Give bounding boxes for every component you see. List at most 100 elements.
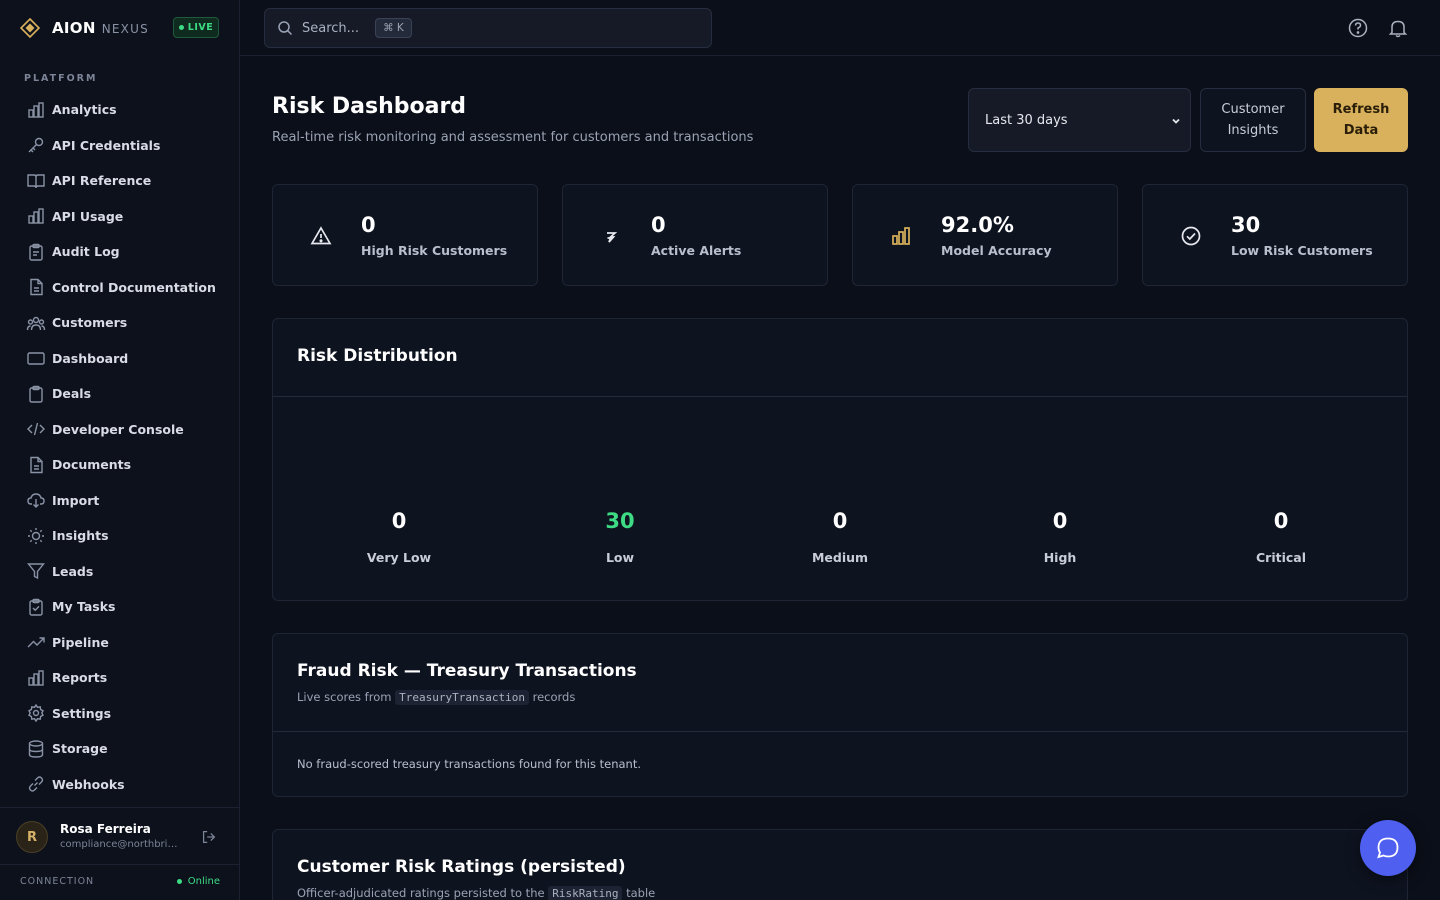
cloud-download-icon [27,493,45,509]
sidebar-item-label: Customers [52,315,128,331]
fraud-risk-panel: Fraud Risk — Treasury Transactions Live … [272,633,1408,797]
sidebar-item-import[interactable]: Import [0,483,239,519]
risk-bucket-value: 0 [1273,509,1289,533]
empty-state-message: No fraud-scored treasury transactions fo… [297,757,641,771]
brand-sub: NEXUS [101,22,149,36]
panel-subtitle-suffix: table [626,886,656,900]
sidebar-item-api-credentials[interactable]: API Credentials [0,128,239,164]
avatar[interactable]: R [16,821,48,853]
main-content: Risk Dashboard Real-time risk monitoring… [272,56,1408,900]
help-icon[interactable] [1347,17,1369,39]
sidebar-item-label: Insights [52,528,109,544]
panel-subtitle: Officer-adjudicated ratings persisted to… [297,886,655,900]
customer-insights-button[interactable]: Customer Insights [1200,88,1306,152]
risk-bucket-very-low: 0 Very Low [289,509,509,565]
page-subtitle: Real-time risk monitoring and assessment… [272,130,754,145]
sidebar-item-label: Documents [52,457,132,473]
live-badge: LIVE [173,17,219,38]
sidebar-item-settings[interactable]: Settings [0,696,239,732]
risk-bucket-label: Low [605,550,635,565]
sidebar-item-label: API Usage [52,208,124,224]
sidebar-item-audit-log[interactable]: Audit Log [0,234,239,270]
stat-label: Model Accuracy [941,243,1052,258]
risk-distribution-panel: Risk Distribution 0 Very Low 30 Low 0 Me… [272,318,1408,601]
sidebar-item-control-documentation[interactable]: Control Documentation [0,270,239,306]
search-input[interactable]: Search... ⌘ K [264,8,712,48]
table-name-code: TreasuryTransaction [395,690,529,705]
risk-bucket-low: 30 Low [510,509,730,565]
user-profile: R Rosa Ferreira compliance@northbridg... [0,807,239,865]
sidebar-item-pipeline[interactable]: Pipeline [0,625,239,661]
stat-value: 30 [1231,213,1261,237]
connection-label: CONNECTION [20,876,95,887]
warning-icon [310,226,332,245]
sidebar-item-label: Analytics [52,102,117,118]
customer-insights-label-line2: Insights [1227,123,1279,138]
sidebar-item-label: Leads [52,563,94,579]
date-range-select[interactable]: Last 30 days [968,88,1191,152]
stat-label: Low Risk Customers [1231,243,1373,258]
sidebar-item-api-usage[interactable]: API Usage [0,199,239,235]
panel-title: Risk Distribution [297,346,458,366]
topbar: Search... ⌘ K [240,0,1440,56]
live-dot-icon [178,25,184,30]
sidebar-item-insights[interactable]: Insights [0,518,239,554]
online-dot-icon [176,879,182,884]
sidebar-item-reports[interactable]: Reports [0,660,239,696]
search-placeholder: Search... [302,20,360,36]
risk-bucket-value: 0 [1052,509,1068,533]
stat-card-low-risk: 30 Low Risk Customers [1142,184,1408,286]
sidebar-item-label: Audit Log [52,244,120,260]
sidebar-item-label: Webhooks [52,776,125,792]
sidebar-item-label: API Reference [52,173,152,189]
sidebar-item-label: Reports [52,670,108,686]
chevron-down-icon [1172,118,1180,124]
sidebar-item-my-tasks[interactable]: My Tasks [0,589,239,625]
customer-risk-ratings-panel: Customer Risk Ratings (persisted) Office… [272,829,1408,900]
user-name: Rosa Ferreira [60,822,151,836]
sidebar-item-label: Storage [52,741,108,757]
search-shortcut: ⌘ K [375,18,412,38]
book-icon [27,174,45,188]
bell-icon[interactable] [1387,17,1409,39]
stat-card-model-accuracy: 92.0% Model Accuracy [852,184,1118,286]
brand-name: AION [52,19,96,37]
table-name-code: RiskRating [548,886,623,900]
bar-chart-icon [28,102,44,118]
sidebar-item-analytics[interactable]: Analytics [0,92,239,128]
customer-insights-label: Customer Insights [1221,99,1284,141]
chat-button[interactable] [1360,820,1416,876]
lightbulb-icon [28,527,44,544]
date-range-value: Last 30 days [985,112,1068,128]
sidebar-item-deals[interactable]: Deals [0,376,239,412]
refresh-data-button[interactable]: Refresh Data [1314,88,1408,152]
risk-bucket-medium: 0 Medium [730,509,950,565]
risk-bucket-critical: 0 Critical [1171,509,1391,565]
panel-subtitle: Live scores from TreasuryTransaction rec… [297,690,576,705]
search-icon [278,21,293,36]
sidebar-item-developer-console[interactable]: Developer Console [0,412,239,448]
panel-subtitle-suffix: records [532,690,576,704]
stat-value: 92.0% [941,213,1014,237]
sidebar-item-documents[interactable]: Documents [0,447,239,483]
sidebar-item-leads[interactable]: Leads [0,554,239,590]
sidebar-item-label: Import [52,492,100,508]
bar-chart-icon [28,208,44,224]
sidebar-item-label: My Tasks [52,599,116,615]
sidebar-item-dashboard[interactable]: Dashboard [0,341,239,377]
code-icon [27,423,45,436]
bar-chart-icon [892,227,910,245]
risk-bucket-label: High [1043,550,1077,565]
sidebar-item-api-reference[interactable]: API Reference [0,163,239,199]
funnel-icon [27,563,45,580]
clipboard-check-icon [29,598,43,616]
sidebar-item-storage[interactable]: Storage [0,731,239,767]
sidebar-item-webhooks[interactable]: Webhooks [0,767,239,803]
sidebar-item-label: Control Documentation [52,279,216,295]
sidebar-item-label: Pipeline [52,634,109,650]
stat-card-high-risk: 0 High Risk Customers [272,184,538,286]
logout-icon[interactable] [200,828,218,846]
file-icon [30,279,43,296]
sidebar-item-customers[interactable]: Customers [0,305,239,341]
risk-bucket-label: Critical [1255,550,1306,565]
